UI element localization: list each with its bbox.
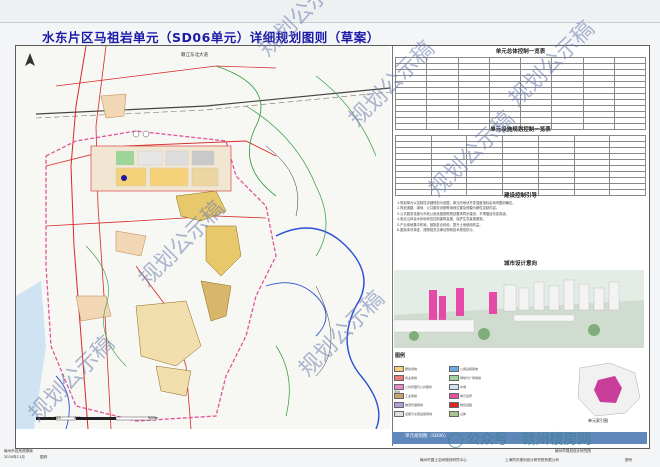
legend-swatch xyxy=(394,366,404,372)
note-line: 6.图则未尽事宜，按照相关法律法规和技术规范执行。 xyxy=(397,228,476,233)
residential-plot xyxy=(115,167,147,187)
legend-item: 道路与交通设施用地 xyxy=(394,411,434,417)
legend-item: 绿地与广场用地 xyxy=(449,375,489,381)
legend-label: 居住用地 xyxy=(405,367,418,371)
legend-label: 水域 xyxy=(460,385,467,389)
scale-label: 125 xyxy=(54,416,61,420)
legend: 居住用地商业用地公共管理与公共服务用地 工业用地物流仓储用地道路与交通设施用地 公用… xyxy=(394,356,564,428)
footer-right-top: 赣州市规划设计研究院 xyxy=(555,449,591,453)
legend-swatch xyxy=(449,366,459,372)
legend-item: 居住用地 xyxy=(394,366,434,372)
legend-swatch xyxy=(449,402,459,408)
design-rendering xyxy=(394,270,644,348)
legend-label: 山体 xyxy=(460,412,467,416)
legend-swatch xyxy=(394,402,404,408)
facility-marker xyxy=(132,130,140,138)
footer-right-org2: 上海同济规划设计研究院有限公司 xyxy=(505,458,559,462)
contour-line xyxy=(275,345,290,417)
industrial-plot xyxy=(200,280,232,322)
green-plot xyxy=(116,151,134,165)
legend-item: 水域 xyxy=(449,384,489,390)
legend-label: 绿地与广场用地 xyxy=(460,376,482,380)
railway-line xyxy=(35,87,390,115)
village-plot xyxy=(75,295,112,322)
section-title-facility: 单元设施规划控制一览表 xyxy=(490,127,551,133)
wechat-text: 公众号 · 赣州楼房网 xyxy=(466,432,592,448)
plot xyxy=(191,150,215,166)
legend-swatch xyxy=(449,384,459,390)
legend-swatch xyxy=(394,411,404,417)
footer-tag: 图号 xyxy=(625,458,633,462)
village-plot xyxy=(100,93,127,119)
legend-label: 公用设施用地 xyxy=(460,367,479,371)
legend-item: 山体 xyxy=(449,411,489,417)
legend-swatch xyxy=(394,375,404,381)
plot xyxy=(137,150,163,166)
legend-label: 商业用地 xyxy=(405,376,418,380)
road xyxy=(45,215,267,227)
plan-sheet: 水东片区马祖岩单元（SD06单元）详细规划图则（草案） 赣江东北大道 0 125… xyxy=(0,0,660,467)
legend-item: 工业用地 xyxy=(394,393,434,399)
legend-item: 物流仓储用地 xyxy=(394,402,434,408)
residential-plot xyxy=(149,167,189,187)
section-title-design: 城市设计意向 xyxy=(503,261,537,267)
index-map-title: 单元索引图 xyxy=(588,418,608,423)
pink-tower xyxy=(456,288,464,316)
legend-swatch xyxy=(449,375,459,381)
village-plot xyxy=(115,230,147,257)
legend-item: 公用设施用地 xyxy=(449,366,489,372)
unit-plan-label: 单元规划图（SD06） xyxy=(405,434,449,439)
legend-swatch xyxy=(449,411,459,417)
pink-tower xyxy=(429,290,437,320)
plot xyxy=(165,150,189,166)
legend-label: 物流仓储用地 xyxy=(405,403,424,407)
facility-marker xyxy=(142,130,150,138)
scale-label: 250 xyxy=(74,416,81,420)
legend-label: 道路与交通设施用地 xyxy=(405,412,433,416)
road xyxy=(55,65,277,87)
pink-tower xyxy=(489,292,497,314)
contour-line xyxy=(245,105,327,257)
plot xyxy=(191,167,219,187)
footer-org: 赣州市自然资源局 xyxy=(4,449,33,453)
legend-swatch xyxy=(449,393,459,399)
legend-label: 工业用地 xyxy=(405,394,418,398)
legend-label: 单元边界 xyxy=(460,394,473,398)
page-title: 水东片区马祖岩单元（SD06单元）详细规划图则（草案） xyxy=(42,30,380,45)
road-label: 赣江东北大道 xyxy=(181,53,208,58)
legend-label: 规划道路 xyxy=(460,403,473,407)
legend-swatch xyxy=(394,393,404,399)
section-title-guide: 建设控制引导 xyxy=(503,193,537,199)
facility-marker xyxy=(121,175,127,181)
wechat-icon xyxy=(448,432,463,448)
pink-tower xyxy=(439,296,446,321)
footer-date: 2024年11月 xyxy=(4,455,25,459)
residential-plot xyxy=(135,300,202,367)
wechat-watermark: 公众号 · 赣州楼房网 xyxy=(448,429,591,449)
footer-right-org1: 赣州市国土空间规划研究中心 xyxy=(420,458,467,462)
north-arrow xyxy=(24,52,36,66)
unit-index-map: 单元索引图 xyxy=(570,358,645,426)
legend-item: 公共管理与公共服务用地 xyxy=(394,384,434,394)
legend-item: 商业用地 xyxy=(394,375,434,381)
legend-item: 单元边界 xyxy=(449,393,489,399)
legend-item: 规划道路 xyxy=(449,402,489,408)
water-line xyxy=(265,282,327,337)
scale-label: 500m xyxy=(148,416,159,420)
path-line xyxy=(265,145,299,217)
footer-page: 图则 xyxy=(40,455,48,459)
construction-notes: 1.规划单元以控制性详细规划为依据，单元内地块开发强度指标由地块图则确定。 2.… xyxy=(397,201,644,233)
residential-plot xyxy=(155,365,192,397)
